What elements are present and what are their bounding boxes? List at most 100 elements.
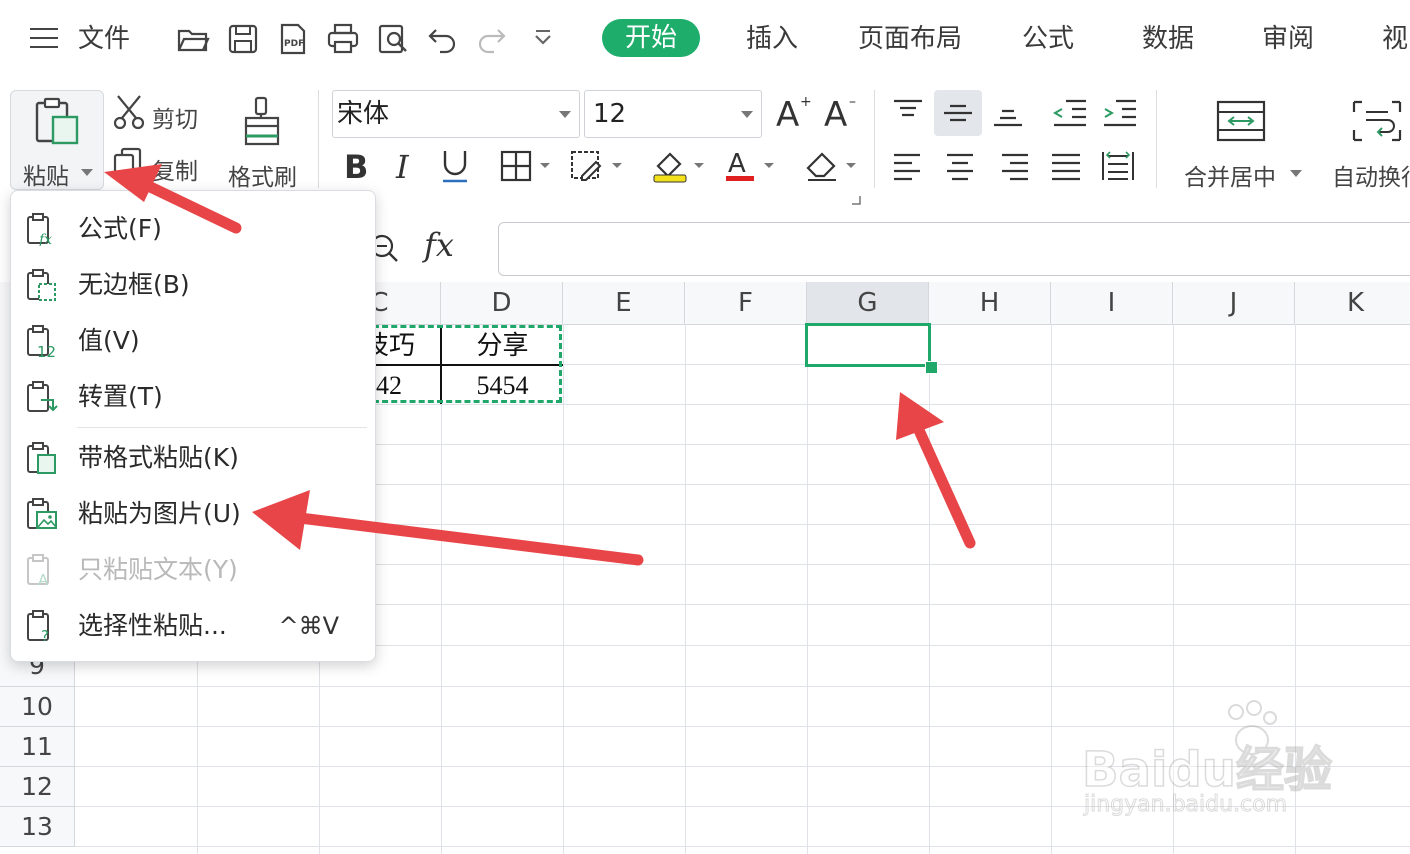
export-pdf-icon[interactable]: PDF <box>276 22 310 56</box>
cut-scissors-icon[interactable] <box>112 94 146 130</box>
svg-text:I: I <box>395 148 410 182</box>
menu-item-paste-as-picture[interactable]: 粘贴为图片(U) <box>11 486 375 542</box>
justify-icon[interactable] <box>1050 152 1082 182</box>
gridline <box>75 686 1410 687</box>
active-cell-g[interactable] <box>805 323 931 367</box>
font-size-value: 12 <box>593 99 627 129</box>
row-header-10[interactable]: 10 <box>0 687 75 727</box>
format-painter-label[interactable]: 格式刷 <box>228 158 297 192</box>
menu-item-label: 公式(F) <box>78 214 162 243</box>
column-header-f[interactable]: F <box>685 282 807 325</box>
menu-item-paste-text-only: A 只粘贴文本(Y) <box>11 542 375 598</box>
align-left-icon[interactable] <box>892 152 924 182</box>
increase-indent-icon[interactable] <box>1102 98 1138 128</box>
watermark-url: jingyan.baidu.com <box>1083 792 1288 818</box>
redo-icon[interactable] <box>474 22 508 56</box>
open-folder-icon[interactable] <box>176 22 210 56</box>
undo-icon[interactable] <box>426 22 460 56</box>
column-header-h[interactable]: H <box>929 282 1051 325</box>
tab-insert[interactable]: 插入 <box>746 0 798 78</box>
svg-text:A: A <box>38 571 49 587</box>
column-header-k[interactable]: K <box>1295 282 1410 325</box>
gridline <box>563 324 564 854</box>
font-size-chevron-icon[interactable] <box>741 111 753 118</box>
format-painter-brush-icon[interactable] <box>240 96 284 148</box>
print-icon[interactable] <box>326 22 360 56</box>
menu-item-paste-no-border[interactable]: 无边框(B) <box>11 257 375 313</box>
align-top-icon[interactable] <box>892 98 924 128</box>
distributed-align-icon[interactable] <box>1100 150 1136 182</box>
fx-icon[interactable]: fx <box>424 226 454 264</box>
save-icon[interactable] <box>226 22 260 56</box>
svg-text:12: 12 <box>37 343 56 358</box>
italic-icon[interactable]: I <box>394 148 418 182</box>
paste-clipboard-icon <box>35 97 79 145</box>
row-header-11[interactable]: 11 <box>0 727 75 767</box>
print-preview-icon[interactable] <box>376 22 410 56</box>
menu-item-paste-with-format[interactable]: 带格式粘贴(K) <box>11 430 375 486</box>
decrease-indent-icon[interactable] <box>1052 98 1088 128</box>
paste-button[interactable]: 粘贴 <box>10 90 104 190</box>
menu-item-label: 转置(T) <box>78 382 163 411</box>
align-right-icon[interactable] <box>998 152 1030 182</box>
tab-page-layout[interactable]: 页面布局 <box>858 0 962 78</box>
merge-center-label[interactable]: 合并居中 <box>1184 158 1276 192</box>
copy-icon[interactable] <box>112 146 144 178</box>
font-name-chevron-icon[interactable] <box>559 111 571 118</box>
font-size-select[interactable]: 12 <box>584 90 762 138</box>
cell-style-icon[interactable] <box>570 150 628 182</box>
align-center-icon[interactable] <box>944 152 976 182</box>
wrap-text-label[interactable]: 自动换行 <box>1332 158 1410 192</box>
font-name-select[interactable]: 宋体 <box>332 90 580 138</box>
clear-format-eraser-icon[interactable] <box>804 148 860 184</box>
font-color-icon[interactable]: A <box>724 148 780 184</box>
gridline <box>929 324 930 854</box>
font-settings-launcher-icon[interactable] <box>850 194 862 206</box>
svg-text:B: B <box>344 148 368 182</box>
hamburger-menu-icon[interactable] <box>30 28 58 50</box>
increase-font-size-icon[interactable]: A + <box>776 94 812 130</box>
column-header-e[interactable]: E <box>563 282 685 325</box>
tab-home[interactable]: 开始 <box>602 19 700 57</box>
menu-item-label: 值(V) <box>78 326 140 355</box>
ribbon-separator <box>1156 90 1157 188</box>
menu-item-paste-special[interactable]: ? 选择性粘贴... ^⌘V <box>11 598 375 654</box>
menu-item-paste-values[interactable]: 12 值(V) <box>11 313 375 369</box>
zoom-lookup-icon[interactable] <box>376 232 400 264</box>
paste-special-icon: ? <box>27 610 49 643</box>
svg-text:fx: fx <box>38 232 52 246</box>
align-bottom-icon[interactable] <box>992 98 1024 128</box>
customize-toolbar-chevron-icon[interactable] <box>526 22 560 56</box>
fill-handle[interactable] <box>925 361 938 374</box>
menu-item-paste-formula[interactable]: fx 公式(F) <box>11 201 375 257</box>
wrap-text-icon[interactable] <box>1352 100 1402 142</box>
borders-icon[interactable] <box>500 150 556 182</box>
gridline <box>75 846 1410 847</box>
formula-input[interactable] <box>498 222 1410 276</box>
decrease-font-size-icon[interactable]: A – <box>824 94 864 130</box>
underline-icon[interactable] <box>440 148 470 184</box>
tab-review[interactable]: 审阅 <box>1262 0 1314 78</box>
menu-item-label: 只粘贴文本(Y) <box>78 555 238 584</box>
fill-color-icon[interactable] <box>652 148 710 184</box>
bold-icon[interactable]: B <box>342 148 372 182</box>
menu-item-paste-transpose[interactable]: 转置(T) <box>11 369 375 425</box>
row-header-13[interactable]: 13 <box>0 807 75 847</box>
column-header-g[interactable]: G <box>807 282 929 325</box>
cut-label[interactable]: 剪切 <box>152 100 198 134</box>
font-name-value: 宋体 <box>337 99 390 129</box>
tab-formulas[interactable]: 公式 <box>1022 0 1074 78</box>
align-middle-button[interactable] <box>934 90 982 136</box>
merge-center-icon[interactable] <box>1216 100 1266 142</box>
column-header-d[interactable]: D <box>441 282 563 325</box>
column-header-i[interactable]: I <box>1051 282 1173 325</box>
tab-data[interactable]: 数据 <box>1142 0 1194 78</box>
copy-label[interactable]: 复制 <box>152 152 198 186</box>
row-header-12[interactable]: 12 <box>0 767 75 807</box>
column-header-j[interactable]: J <box>1173 282 1295 325</box>
file-menu[interactable]: 文件 <box>78 0 130 78</box>
tab-view[interactable]: 视 <box>1382 0 1408 78</box>
paste-dropdown-chevron-icon[interactable] <box>81 169 93 176</box>
paste-values-icon: 12 <box>27 325 56 358</box>
merge-center-chevron-icon[interactable] <box>1290 170 1302 177</box>
